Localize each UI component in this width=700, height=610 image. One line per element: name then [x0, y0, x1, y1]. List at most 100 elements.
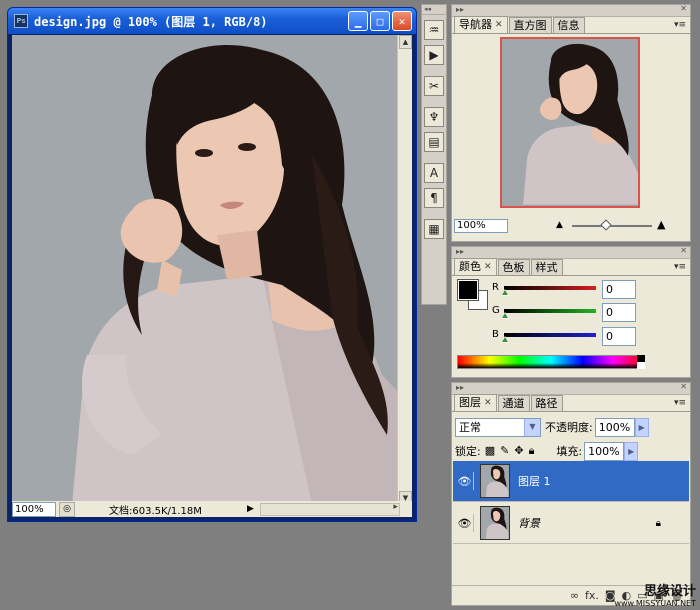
maximize-button[interactable]: □: [370, 11, 390, 31]
layers-panel: ▸▸ ✕ 图层 ✕ 通道 路径 ▾≡ 正常 ▼ 不透明度: 100% ▶ 锁定: ▩…: [451, 382, 691, 606]
document-title: design.jpg @ 100% (图层 1, RGB/8): [34, 14, 268, 29]
tab-histogram[interactable]: 直方图: [508, 17, 552, 33]
lock-all-icon[interactable]: 🔒︎: [529, 444, 535, 458]
chevron-down-icon[interactable]: ▼: [524, 418, 540, 436]
status-menu-icon[interactable]: ◎: [59, 501, 75, 517]
panel-menu-icon[interactable]: ▾≡: [674, 262, 686, 272]
layer-name[interactable]: 背景: [518, 515, 540, 531]
channel-label: G: [492, 305, 500, 316]
panel-close-icon[interactable]: ✕: [680, 382, 687, 392]
brushes-panel-icon[interactable]: ♒: [424, 20, 444, 40]
clone-source-icon[interactable]: ♆: [424, 107, 444, 127]
horizontal-scrollbar[interactable]: [259, 502, 400, 516]
eye-icon[interactable]: 👁︎: [456, 472, 474, 490]
slider-knob-icon[interactable]: [501, 312, 509, 319]
lock-transparent-icon[interactable]: ▩: [485, 444, 495, 458]
color-spectrum-bar[interactable]: [457, 355, 645, 369]
blend-mode-select[interactable]: 正常 ▼: [455, 417, 541, 437]
layers-tabs: 图层 ✕ 通道 路径 ▾≡: [452, 394, 690, 412]
fill-label: 填充:: [556, 445, 583, 458]
black-white-swatch[interactable]: [637, 355, 645, 369]
panel-menu-icon[interactable]: ▾≡: [674, 20, 686, 30]
panel-close-icon[interactable]: ✕: [680, 4, 687, 14]
panel-dock-toolbar: ◂◂ ♒ ▶ ✂ ♆ ▤ A ¶ ▦: [421, 4, 447, 305]
tab-swatches[interactable]: 色板: [497, 259, 530, 275]
tab-navigator[interactable]: 导航器 ✕: [454, 16, 508, 33]
channel-b-slider[interactable]: [504, 333, 596, 337]
channel-r-slider[interactable]: [504, 286, 596, 290]
fill-field[interactable]: 100%: [584, 441, 625, 461]
foreground-color-swatch[interactable]: [457, 279, 479, 301]
zoom-field[interactable]: 100%: [12, 501, 56, 517]
channel-b-value[interactable]: 0: [602, 327, 636, 346]
close-button[interactable]: ✕: [392, 11, 412, 31]
tool-presets-icon[interactable]: ✂: [424, 76, 444, 96]
fill-arrow-icon[interactable]: ▶: [624, 441, 639, 461]
vertical-scrollbar[interactable]: ▲ ▼: [397, 35, 412, 505]
opacity-field[interactable]: 100%: [594, 417, 635, 437]
layer-thumbnail: [480, 506, 510, 540]
watermark-title: 思缘设计: [643, 584, 696, 599]
layer-lock-icon: 🔒︎: [655, 517, 661, 529]
opacity-arrow-icon[interactable]: ▶: [634, 417, 649, 437]
slider-knob-icon[interactable]: [501, 289, 509, 296]
notes-panel-icon[interactable]: ▦: [424, 219, 444, 239]
actions-panel-icon[interactable]: ▶: [424, 45, 444, 65]
paragraph-panel-icon[interactable]: ¶: [424, 188, 444, 208]
image-canvas[interactable]: [12, 35, 401, 505]
link-layers-icon[interactable]: ∞: [570, 589, 579, 602]
navigator-tabs: 导航器 ✕ 直方图 信息 ▾≡: [452, 16, 690, 34]
navigator-zoom-field[interactable]: 100%: [454, 219, 508, 233]
navigator-preview-image: [502, 40, 638, 205]
tab-layers[interactable]: 图层 ✕: [454, 394, 497, 411]
zoom-slider[interactable]: [572, 219, 652, 231]
channel-r-value[interactable]: 0: [602, 280, 636, 299]
channel-g-slider[interactable]: [504, 309, 596, 313]
minimize-button[interactable]: ▁: [348, 11, 368, 31]
character-panel-icon[interactable]: A: [424, 163, 444, 183]
status-arrow-icon[interactable]: ▶: [247, 504, 254, 514]
document-status-bar: 100% ◎ 文档:603.5K/1.18M ▶: [12, 501, 412, 517]
tab-styles[interactable]: 样式: [530, 259, 563, 275]
layer-comps-icon[interactable]: ▤: [424, 132, 444, 152]
lock-image-icon[interactable]: ✎: [500, 444, 509, 458]
color-tabs: 颜色 ✕ 色板 样式 ▾≡: [452, 258, 690, 276]
scroll-up-icon[interactable]: ▲: [399, 35, 412, 49]
zoom-in-icon[interactable]: ▲: [657, 218, 665, 231]
tab-color[interactable]: 颜色 ✕: [454, 258, 497, 275]
tab-info[interactable]: 信息: [552, 17, 585, 33]
lock-position-icon[interactable]: ✥: [514, 444, 523, 458]
document-window: Ps design.jpg @ 100% (图层 1, RGB/8) ▁ □ ✕: [7, 7, 417, 522]
slider-knob-icon[interactable]: [501, 336, 509, 343]
eye-icon[interactable]: 👁︎: [456, 514, 474, 532]
layer-row[interactable]: 👁︎ 背景 🔒︎: [453, 503, 689, 544]
document-size-info: 文档:603.5K/1.18M: [109, 505, 202, 517]
panel-close-icon[interactable]: ✕: [680, 246, 687, 256]
navigator-panel: ▸▸ ✕ 导航器 ✕ 直方图 信息 ▾≡ 100% ▲ ▲: [451, 4, 691, 242]
layer-thumbnail: [480, 464, 510, 498]
layer-style-icon[interactable]: fx.: [585, 589, 599, 602]
zoom-out-icon[interactable]: ▲: [556, 220, 563, 230]
channel-g-value[interactable]: 0: [602, 303, 636, 322]
channel-g: G 0: [492, 303, 687, 325]
portrait-image: [12, 35, 401, 505]
tab-close-icon[interactable]: ✕: [484, 396, 492, 410]
zoom-slider-knob[interactable]: [600, 219, 612, 231]
tab-paths[interactable]: 路径: [530, 395, 563, 411]
color-panel: ▸▸ ✕ 颜色 ✕ 色板 样式 ▾≡ R 0 G 0 B 0: [451, 246, 691, 378]
tab-close-icon[interactable]: ✕: [484, 260, 492, 274]
watermark-site: www.MISSYUAN.NET: [614, 599, 696, 608]
opacity-label: 不透明度:: [545, 421, 593, 434]
tab-close-icon[interactable]: ✕: [495, 18, 503, 32]
channel-label: R: [492, 282, 499, 293]
dock-grip[interactable]: ◂◂: [422, 5, 446, 15]
document-titlebar[interactable]: Ps design.jpg @ 100% (图层 1, RGB/8) ▁ □ ✕: [8, 8, 416, 34]
layer-name[interactable]: 图层 1: [518, 473, 551, 489]
channel-b: B 0: [492, 327, 687, 349]
photoshop-icon: Ps: [14, 14, 28, 28]
tab-channels[interactable]: 通道: [497, 395, 530, 411]
site-watermark: 思缘设计 www.MISSYUAN.NET: [614, 580, 696, 608]
navigator-thumbnail[interactable]: [500, 37, 640, 208]
layer-row[interactable]: 👁︎ 图层 1: [453, 461, 689, 502]
panel-menu-icon[interactable]: ▾≡: [674, 398, 686, 408]
